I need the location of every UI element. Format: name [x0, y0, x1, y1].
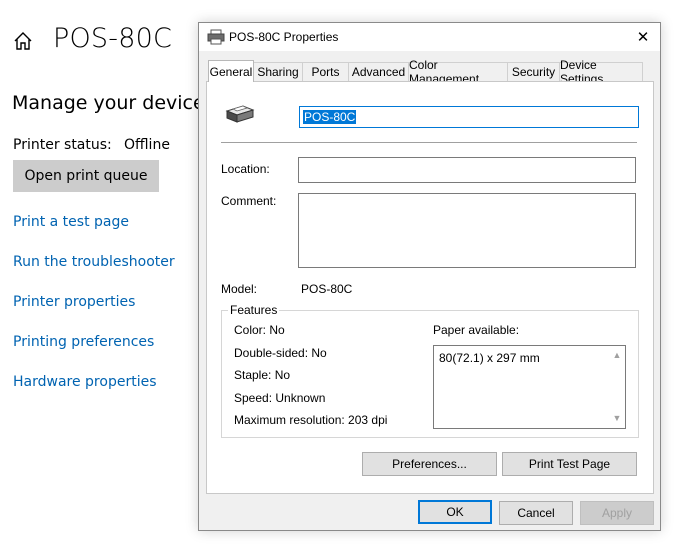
open-print-queue-button[interactable]: Open print queue [13, 160, 159, 192]
home-icon[interactable] [12, 30, 34, 52]
printer-status-value: Offline [124, 137, 170, 153]
comment-label: Comment: [221, 194, 277, 208]
section-title: Manage your device [12, 92, 205, 114]
printer-name-selected-text: POS-80C [303, 110, 357, 124]
printer-large-icon [225, 105, 255, 123]
link-run-troubleshooter[interactable]: Run the troubleshooter [13, 254, 175, 270]
preferences-button[interactable]: Preferences... [362, 452, 497, 476]
feature-speed: Speed: Unknown [234, 391, 326, 405]
link-printer-properties[interactable]: Printer properties [13, 294, 135, 310]
tab-advanced[interactable]: Advanced [348, 62, 409, 81]
tab-color-management[interactable]: Color Management [408, 58, 508, 86]
list-item[interactable]: 80(72.1) x 297 mm [439, 351, 540, 365]
features-group: Features Color: No Double-sided: No Stap… [221, 303, 639, 438]
dialog-title: POS-80C Properties [229, 30, 339, 44]
tab-ports[interactable]: Ports [302, 62, 349, 81]
general-tab-panel: POS-80C Location: Comment: Model: POS-80… [206, 81, 654, 494]
tab-sharing[interactable]: Sharing [253, 62, 303, 81]
printer-status-label: Printer status: [13, 137, 112, 153]
features-title: Features [228, 303, 280, 317]
tab-general[interactable]: General [208, 60, 254, 82]
feature-double-sided: Double-sided: No [234, 346, 327, 360]
tab-security[interactable]: Security [507, 62, 560, 81]
tab-device-settings[interactable]: Device Settings [559, 58, 643, 86]
chevron-up-icon[interactable]: ▲ [612, 350, 622, 360]
location-label: Location: [221, 162, 270, 176]
apply-button[interactable]: Apply [580, 501, 654, 525]
feature-staple: Staple: No [234, 368, 291, 382]
paper-available-label: Paper available: [433, 323, 520, 337]
model-value: POS-80C [301, 282, 353, 296]
link-hardware-properties[interactable]: Hardware properties [13, 374, 157, 390]
model-label: Model: [221, 282, 258, 296]
scrollbar[interactable]: ▲ ▼ [609, 346, 625, 428]
feature-color: Color: No [234, 323, 285, 337]
divider [221, 142, 637, 143]
chevron-down-icon[interactable]: ▼ [612, 413, 622, 423]
comment-field[interactable] [298, 193, 636, 268]
link-print-test-page[interactable]: Print a test page [13, 214, 129, 230]
dialog-titlebar[interactable]: POS-80C Properties ✕ [199, 23, 660, 51]
cancel-button[interactable]: Cancel [499, 501, 573, 525]
printer-icon [207, 29, 225, 45]
printer-name-input[interactable]: POS-80C [299, 106, 639, 128]
print-test-page-button[interactable]: Print Test Page [502, 452, 637, 476]
paper-available-list[interactable]: 80(72.1) x 297 mm ▲ ▼ [433, 345, 626, 429]
page-title: POS-80C [53, 23, 173, 54]
close-icon[interactable]: ✕ [632, 27, 654, 47]
link-printing-preferences[interactable]: Printing preferences [13, 334, 154, 350]
feature-max-resolution: Maximum resolution: 203 dpi [234, 413, 388, 427]
location-field[interactable] [298, 157, 636, 183]
printer-properties-dialog: POS-80C Properties ✕ General Sharing Por… [198, 22, 661, 531]
ok-button[interactable]: OK [418, 500, 492, 524]
